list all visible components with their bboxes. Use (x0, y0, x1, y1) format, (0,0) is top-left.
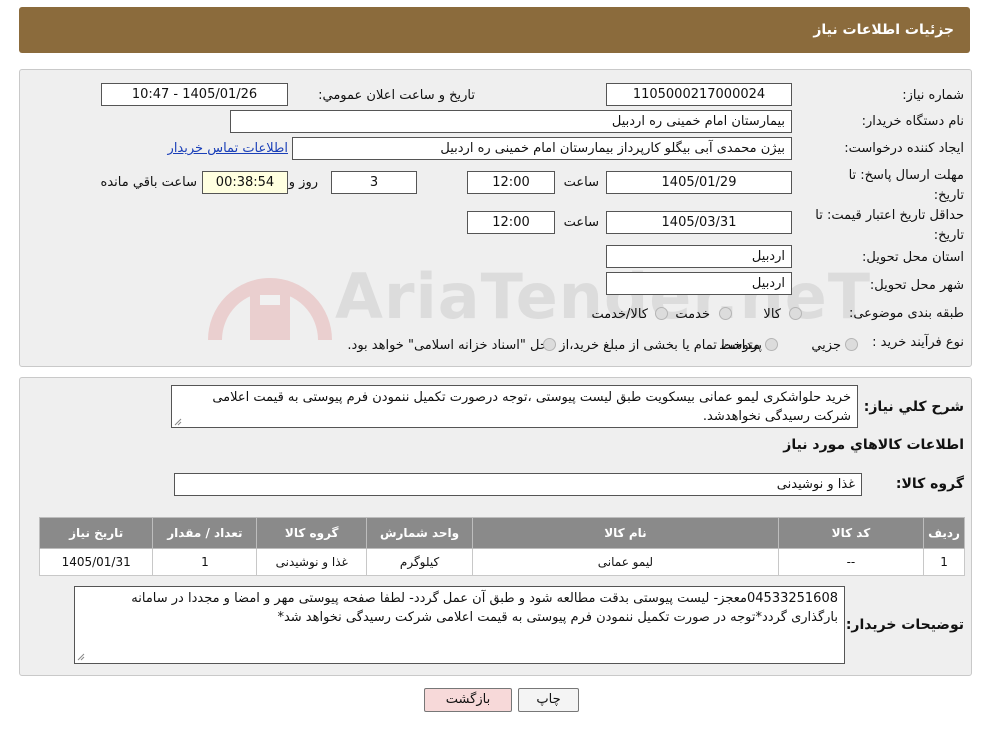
goods-table: رديف کد کالا نام کالا واحد شمارش گروه کا… (38, 517, 965, 576)
send-time-label: ساعت (563, 175, 599, 190)
cell-unit: کیلوگرم (366, 548, 474, 576)
buyer-org-field: بیمارستان امام خمینی ره اردبیل (230, 110, 792, 133)
category-option-goods: کالا (763, 307, 781, 322)
col-quantity: تعداد / مقدار (152, 517, 258, 549)
category-radio-both[interactable] (655, 307, 668, 320)
need-number-field: 1105000217000024 (606, 83, 792, 106)
category-option-service: خدمت (675, 307, 710, 322)
process-radio-medium[interactable] (765, 338, 778, 351)
col-item-code: کد کالا (777, 517, 925, 549)
cell-item-code: -- (777, 548, 925, 576)
description-label: شرح کلي نياز: (863, 399, 964, 415)
buyer-contact-link[interactable]: اطلاعات تماس خریدار (168, 141, 288, 156)
price-time-label: ساعت (563, 215, 599, 230)
page-title: جزئیات اطلاعات نیاز (813, 22, 954, 38)
category-radio-service[interactable] (719, 307, 732, 320)
remaining-time-field: 00:38:54 (202, 171, 288, 194)
col-need-date: تاریخ نیاز (38, 517, 154, 549)
page-header: جزئیات اطلاعات نیاز (19, 7, 970, 53)
requester-label: ايجاد کننده درخواست: (844, 141, 964, 156)
description-textarea[interactable]: خرید حلواشکری لیمو عمانی بیسکویت طبق لیس… (171, 385, 858, 428)
cell-row-number: 1 (923, 548, 965, 576)
price-time-field: 12:00 (467, 211, 555, 234)
process-radio-minor[interactable] (845, 338, 858, 351)
category-label: طبقه بندی موضوعی: (848, 306, 964, 321)
table-row: 1 -- لیمو عمانی کیلوگرم غذا و نوشیدنی 1 … (38, 548, 965, 576)
announce-date-label: تاریخ و ساعت اعلان عمومي: (318, 88, 475, 103)
resize-grip-icon[interactable] (77, 653, 85, 661)
send-deadline-text: مهلت ارسال پاسخ: تا تاریخ: (848, 168, 964, 203)
goods-group-field: غذا و نوشیدنی (174, 473, 862, 496)
remaining-time-label: ساعت باقي مانده (100, 175, 197, 190)
goods-group-label: گروه کالا: (895, 476, 964, 492)
send-time-field: 12:00 (467, 171, 555, 194)
province-field: اردبیل (606, 245, 792, 268)
buyer-org-label: نام دستگاه خريدار: (861, 114, 964, 129)
print-button[interactable]: چاپ (518, 688, 579, 712)
province-label: استان محل تحويل: (862, 250, 964, 265)
buyer-notes-label: توضيحات خريدار: (845, 617, 964, 633)
col-item-group: گروه کالا (256, 517, 368, 549)
category-radio-goods[interactable] (789, 307, 802, 320)
resize-grip-icon[interactable] (174, 418, 182, 426)
days-field: 3 (331, 171, 417, 194)
process-option-minor: جزيي (811, 338, 841, 353)
goods-table-header-row: رديف کد کالا نام کالا واحد شمارش گروه کا… (38, 517, 965, 549)
city-field: اردبیل (606, 272, 792, 295)
days-label: روز و (288, 175, 318, 190)
cell-quantity: 1 (152, 548, 258, 576)
goods-section-title: اطلاعات کالاهاي مورد نياز (783, 437, 964, 453)
price-date-field: 1405/03/31 (606, 211, 792, 234)
need-number-label: شماره نیاز: (902, 88, 964, 103)
buyer-notes-textarea[interactable]: 04533251608معجز- لیست پیوستی بدقت مطالعه… (74, 586, 845, 664)
cell-item-group: غذا و نوشیدنی (256, 548, 368, 576)
cell-item-name: لیمو عمانی (472, 548, 779, 576)
city-label: شهر محل تحويل: (869, 278, 964, 293)
col-item-name: نام کالا (472, 517, 779, 549)
price-validity-text: حداقل تاريخ اعتبار قيمت: تا تاریخ: (815, 208, 964, 243)
process-label: نوع فرآيند خريد : (872, 335, 964, 350)
back-button[interactable]: بازگشت (424, 688, 512, 712)
col-unit: واحد شمارش (366, 517, 474, 549)
announce-date-field: 1405/01/26 - 10:47 (101, 83, 288, 106)
watermark-text: AriaTender.neT (335, 260, 872, 333)
requester-field: بیژن محمدی آبی بیگلو کارپرداز بیمارستان … (292, 137, 792, 160)
send-deadline-label: مهلت ارسال پاسخ: تا تاریخ: (819, 166, 964, 206)
category-option-both: کالا/خدمت (591, 307, 648, 322)
process-radio-treasury[interactable] (543, 338, 556, 351)
cell-need-date: 1405/01/31 (38, 548, 154, 576)
price-validity-label: حداقل تاريخ اعتبار قيمت: تا تاریخ: (804, 206, 964, 246)
send-date-field: 1405/01/29 (606, 171, 792, 194)
col-row-number: رديف (923, 517, 965, 549)
